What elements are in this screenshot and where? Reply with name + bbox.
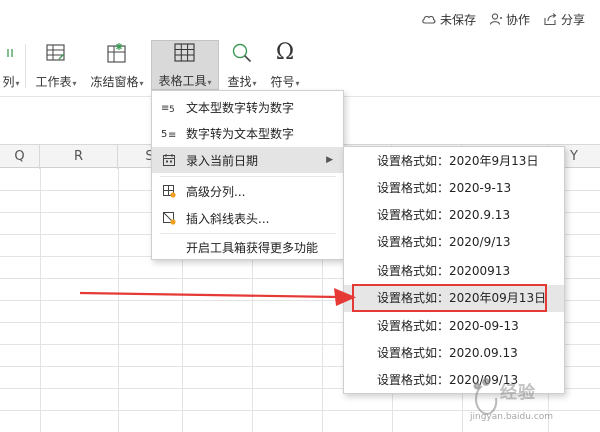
watermark-url: jingyan.baidu.com: [470, 412, 554, 422]
watermark-text: 经验: [500, 383, 536, 403]
annotation-arrow-icon: [79, 288, 356, 306]
